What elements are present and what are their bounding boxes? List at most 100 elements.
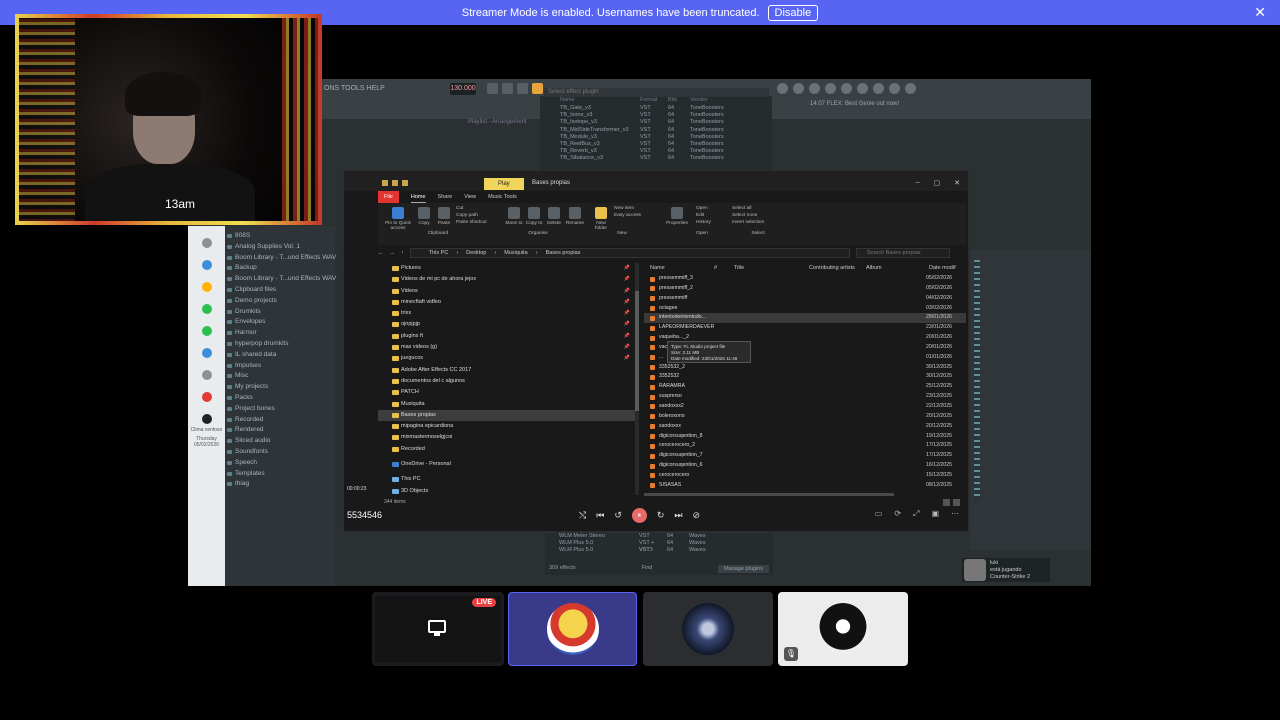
file-row[interactable]: pressemmiff_2 05/02/2026: [644, 284, 966, 294]
browser-folder[interactable]: Analog Supplies Vol. 1: [225, 242, 335, 253]
steam-icon[interactable]: [201, 260, 212, 270]
nav-item[interactable]: Videos 📌: [378, 286, 636, 297]
open-button[interactable]: Open: [696, 205, 728, 212]
toolbar-icon[interactable]: [825, 83, 836, 94]
forward-icon[interactable]: ↻: [657, 510, 665, 521]
file-row[interactable]: digicorsuqention_6 16/12/2025: [644, 461, 966, 471]
new-item-button[interactable]: New item: [614, 205, 658, 212]
tab-view[interactable]: View: [464, 191, 476, 203]
toolbar-icon[interactable]: [777, 83, 788, 94]
file-row[interactable]: susprerso 23/12/2025: [644, 392, 966, 402]
tempo-display[interactable]: 130.000: [450, 83, 476, 95]
tool-icon[interactable]: [502, 83, 513, 94]
file-row[interactable]: 3352532 30/12/2025: [644, 372, 966, 382]
forward-icon[interactable]: →: [390, 250, 396, 256]
col-artists[interactable]: Contributing artists: [809, 263, 866, 274]
browser-folder[interactable]: 808S: [225, 231, 335, 242]
toolbar-icon[interactable]: [793, 83, 804, 94]
col-title[interactable]: Title: [734, 263, 809, 274]
nav-item[interactable]: Videos de mi pc de ahora jejox 📌: [378, 274, 636, 285]
settings-icon[interactable]: [201, 238, 212, 248]
browser-folder[interactable]: thiag: [225, 479, 335, 490]
pause-button[interactable]: ⏸: [631, 508, 647, 523]
manage-plugins-button[interactable]: Manage plugins: [718, 565, 769, 573]
paste-shortcut-button[interactable]: Paste shortcut: [456, 219, 502, 226]
fl-menu[interactable]: ONS TOOLS HELP: [324, 85, 385, 92]
find-button[interactable]: Find: [642, 565, 653, 573]
plugin-col-name[interactable]: Name: [560, 96, 640, 105]
plugin-row[interactable]: WLM Plus 5.0 VST + VST3 64 Waves: [545, 540, 773, 553]
plugin-row[interactable]: TB_Reverb_v3 VST 64 ToneBoosters: [540, 148, 772, 155]
browser-folder[interactable]: Sliced audio: [225, 436, 335, 447]
nav-item[interactable]: Bases propias: [378, 409, 636, 422]
maximize-icon[interactable]: ▢: [934, 179, 941, 187]
easy-access-button[interactable]: Easy access: [614, 212, 658, 219]
browser-folder[interactable]: Demo projects: [225, 296, 335, 307]
horizontal-scrollbar[interactable]: [644, 493, 894, 496]
close-icon[interactable]: ✕: [1254, 4, 1266, 21]
col-number[interactable]: #: [714, 263, 734, 274]
tool-icon[interactable]: [532, 83, 543, 94]
discord-icon[interactable]: [201, 348, 212, 358]
participant-tile[interactable]: 🎙: [778, 592, 908, 666]
plugin-col-bits[interactable]: Bits: [668, 96, 690, 105]
file-row[interactable]: pressemmiff_3 05/02/2026: [644, 274, 966, 284]
browser-folder[interactable]: Envelopes: [225, 317, 335, 328]
plugin-row[interactable]: WLM Meter Stereo VST 64 Waves: [545, 533, 773, 540]
disable-icon[interactable]: ⊘: [693, 510, 701, 521]
file-row[interactable]: sandoxxx 20/12/2025: [644, 422, 966, 432]
folder-icon[interactable]: [382, 180, 388, 186]
minimize-icon[interactable]: –: [916, 179, 920, 187]
col-album[interactable]: Album: [866, 263, 929, 274]
file-row[interactable]: pressemmiff 04/02/2026: [644, 294, 966, 304]
select-none-button[interactable]: Select none: [732, 212, 788, 219]
nav-3d-objects[interactable]: 3D Objects: [378, 486, 636, 495]
breadcrumb[interactable]: This PC: [429, 250, 449, 256]
tool-icon[interactable]: [487, 83, 498, 94]
breadcrumb[interactable]: Musiquita: [504, 250, 528, 256]
plugin-search-input[interactable]: Select effect plugin: [544, 88, 769, 97]
file-row[interactable]: 3352532_2 30/12/2025: [644, 363, 966, 373]
opera-icon[interactable]: [201, 392, 212, 402]
tab-share[interactable]: Share: [438, 191, 453, 203]
plugin-row[interactable]: TB_Module_v3 VST 64 ToneBoosters: [540, 134, 772, 141]
webcam-feed[interactable]: 13am: [15, 14, 322, 225]
folder-icon[interactable]: [392, 180, 398, 186]
nav-onedrive[interactable]: OneDrive - Personal: [378, 459, 636, 470]
nav-item[interactable]: Recorded: [378, 444, 636, 455]
nav-item[interactable]: documentos del c algunos: [378, 376, 636, 387]
file-row[interactable]: intentodeintentodo... 28/01/2026: [644, 313, 966, 324]
plugin-row[interactable]: TB_MidSideTransformer_v3 VST 64 ToneBooster…: [540, 127, 772, 134]
browser-folder[interactable]: Project bones: [225, 404, 335, 415]
nav-item[interactable]: minecftaft vidfeo 📌: [378, 297, 636, 308]
rewind-icon[interactable]: ↺: [614, 510, 622, 521]
folder-icon[interactable]: [402, 180, 408, 186]
browser-folder[interactable]: Backup: [225, 263, 335, 274]
toolbar-icon[interactable]: [809, 83, 820, 94]
participant-tile[interactable]: [643, 592, 773, 666]
back-icon[interactable]: ←: [378, 250, 384, 256]
copy-path-button[interactable]: Copy path: [456, 212, 502, 219]
browser-folder[interactable]: My projects: [225, 382, 335, 393]
invert-selection-button[interactable]: Invert selection: [732, 219, 788, 226]
nav-item[interactable]: PATCH: [378, 387, 636, 398]
toolbar-icon[interactable]: [889, 83, 900, 94]
activity-popup[interactable]: luki está jugando Counter-Strike 2: [962, 558, 1050, 582]
file-row[interactable]: octagee 03/02/2026: [644, 304, 966, 314]
refresh-icon[interactable]: ⟳: [894, 509, 901, 519]
browser-folder[interactable]: Soundfonts: [225, 447, 335, 458]
nav-item[interactable]: trixx 📌: [378, 308, 636, 319]
close-icon[interactable]: ✕: [954, 179, 960, 187]
browser-folder[interactable]: Misc: [225, 371, 335, 382]
browser-folder[interactable]: Drumkits: [225, 307, 335, 318]
nav-scrollbar[interactable]: [635, 263, 639, 495]
toolbar-icon[interactable]: [841, 83, 852, 94]
browser-folder[interactable]: Boom Library - T...und Effects WAV: [225, 253, 336, 264]
bluetooth-icon[interactable]: [201, 282, 212, 292]
nav-item[interactable]: mipagina epicardiona: [378, 421, 636, 432]
plugin-row[interactable]: TB_Isone_v3 VST 64 ToneBoosters: [540, 112, 772, 119]
fullscreen-icon[interactable]: ⤢: [913, 509, 919, 519]
tab-file[interactable]: File: [378, 191, 399, 203]
nav-this-pc[interactable]: This PC: [378, 474, 636, 485]
edit-button[interactable]: Edit: [696, 212, 728, 219]
